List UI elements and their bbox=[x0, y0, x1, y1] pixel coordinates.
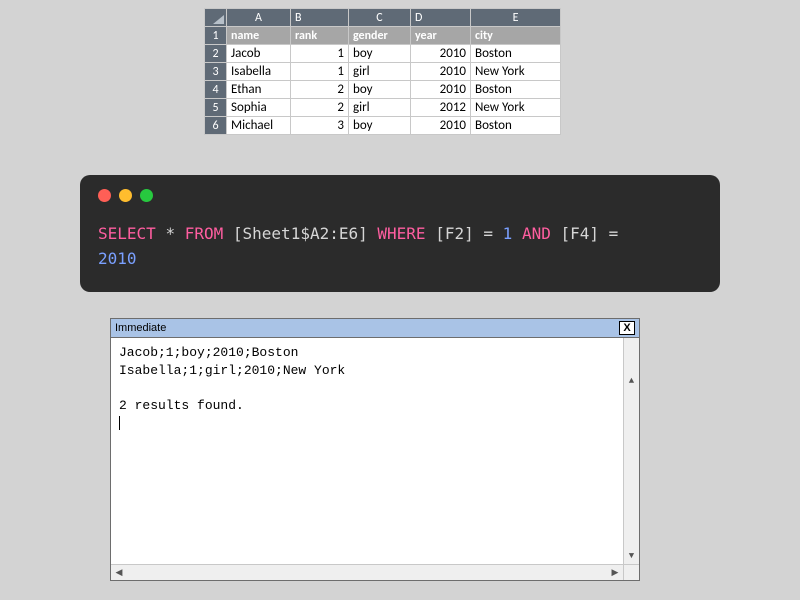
cell[interactable]: 1 bbox=[291, 63, 349, 81]
kw-where: WHERE bbox=[377, 224, 425, 243]
text-caret bbox=[119, 416, 120, 430]
cell[interactable]: 2010 bbox=[411, 81, 471, 99]
op-eq: = bbox=[483, 224, 493, 243]
star: * bbox=[165, 224, 175, 243]
vertical-scrollbar[interactable]: ▲ ▼ bbox=[623, 338, 639, 564]
field-year[interactable]: year bbox=[411, 27, 471, 45]
cell[interactable]: Isabella bbox=[227, 63, 291, 81]
scroll-right-icon[interactable]: ▶ bbox=[607, 565, 623, 580]
sql-code-block: SELECT * FROM [Sheet1$A2:E6] WHERE [F2] … bbox=[80, 175, 720, 292]
col-header-b[interactable]: B bbox=[291, 9, 349, 27]
row-header-5[interactable]: 5 bbox=[205, 99, 227, 117]
cell[interactable]: 1 bbox=[291, 45, 349, 63]
op-eq: = bbox=[609, 224, 619, 243]
close-button[interactable]: X bbox=[619, 321, 635, 335]
cell[interactable]: Boston bbox=[471, 45, 561, 63]
cell[interactable]: boy bbox=[349, 81, 411, 99]
col-header-d[interactable]: D bbox=[411, 9, 471, 27]
cell[interactable]: 3 bbox=[291, 117, 349, 135]
field-rank[interactable]: rank bbox=[291, 27, 349, 45]
output-line: Jacob;1;boy;2010;Boston bbox=[119, 345, 298, 360]
sql-text: SELECT * FROM [Sheet1$A2:E6] WHERE [F2] … bbox=[98, 222, 702, 272]
field-f2: [F2] bbox=[435, 224, 474, 243]
row-header-1[interactable]: 1 bbox=[205, 27, 227, 45]
cell[interactable]: 2012 bbox=[411, 99, 471, 117]
immediate-titlebar[interactable]: Immediate X bbox=[111, 319, 639, 338]
row-header-4[interactable]: 4 bbox=[205, 81, 227, 99]
field-name[interactable]: name bbox=[227, 27, 291, 45]
maximize-icon[interactable] bbox=[140, 189, 153, 202]
output-line: Isabella;1;girl;2010;New York bbox=[119, 363, 345, 378]
cell[interactable]: Boston bbox=[471, 117, 561, 135]
cell[interactable]: 2 bbox=[291, 81, 349, 99]
kw-select: SELECT bbox=[98, 224, 156, 243]
col-header-c[interactable]: C bbox=[349, 9, 411, 27]
select-all-corner[interactable] bbox=[205, 9, 227, 27]
immediate-output[interactable]: Jacob;1;boy;2010;Boston Isabella;1;girl;… bbox=[111, 338, 639, 564]
horizontal-scrollbar[interactable]: ◀ ▶ bbox=[111, 564, 639, 580]
cell[interactable]: 2010 bbox=[411, 63, 471, 81]
cell[interactable]: boy bbox=[349, 45, 411, 63]
spreadsheet: A B C D E 1 name rank gender year city 2… bbox=[204, 8, 561, 135]
cell[interactable]: Jacob bbox=[227, 45, 291, 63]
scroll-up-icon[interactable]: ▲ bbox=[624, 373, 639, 389]
cell[interactable]: girl bbox=[349, 63, 411, 81]
window-controls bbox=[98, 189, 702, 202]
cell[interactable]: Sophia bbox=[227, 99, 291, 117]
cell[interactable]: 2010 bbox=[411, 117, 471, 135]
field-f4: [F4] bbox=[560, 224, 599, 243]
close-icon[interactable] bbox=[98, 189, 111, 202]
kw-and: AND bbox=[522, 224, 551, 243]
col-header-a[interactable]: A bbox=[227, 9, 291, 27]
minimize-icon[interactable] bbox=[119, 189, 132, 202]
val-2010: 2010 bbox=[98, 249, 137, 268]
immediate-window: Immediate X Jacob;1;boy;2010;Boston Isab… bbox=[110, 318, 640, 581]
field-city[interactable]: city bbox=[471, 27, 561, 45]
cell[interactable]: 2010 bbox=[411, 45, 471, 63]
cell[interactable]: boy bbox=[349, 117, 411, 135]
cell[interactable]: Boston bbox=[471, 81, 561, 99]
cell[interactable]: 2 bbox=[291, 99, 349, 117]
cell[interactable]: girl bbox=[349, 99, 411, 117]
range-ref: [Sheet1$A2:E6] bbox=[233, 224, 368, 243]
row-header-3[interactable]: 3 bbox=[205, 63, 227, 81]
field-gender[interactable]: gender bbox=[349, 27, 411, 45]
cell[interactable]: New York bbox=[471, 99, 561, 117]
kw-from: FROM bbox=[185, 224, 224, 243]
col-header-e[interactable]: E bbox=[471, 9, 561, 27]
row-header-6[interactable]: 6 bbox=[205, 117, 227, 135]
scroll-down-icon[interactable]: ▼ bbox=[624, 548, 639, 564]
output-summary: 2 results found. bbox=[119, 398, 244, 413]
scroll-left-icon[interactable]: ◀ bbox=[111, 565, 127, 580]
row-header-2[interactable]: 2 bbox=[205, 45, 227, 63]
cell[interactable]: New York bbox=[471, 63, 561, 81]
scrollbar-corner bbox=[623, 565, 639, 580]
val-1: 1 bbox=[503, 224, 513, 243]
cell[interactable]: Michael bbox=[227, 117, 291, 135]
cell[interactable]: Ethan bbox=[227, 81, 291, 99]
immediate-title-text: Immediate bbox=[115, 322, 166, 334]
